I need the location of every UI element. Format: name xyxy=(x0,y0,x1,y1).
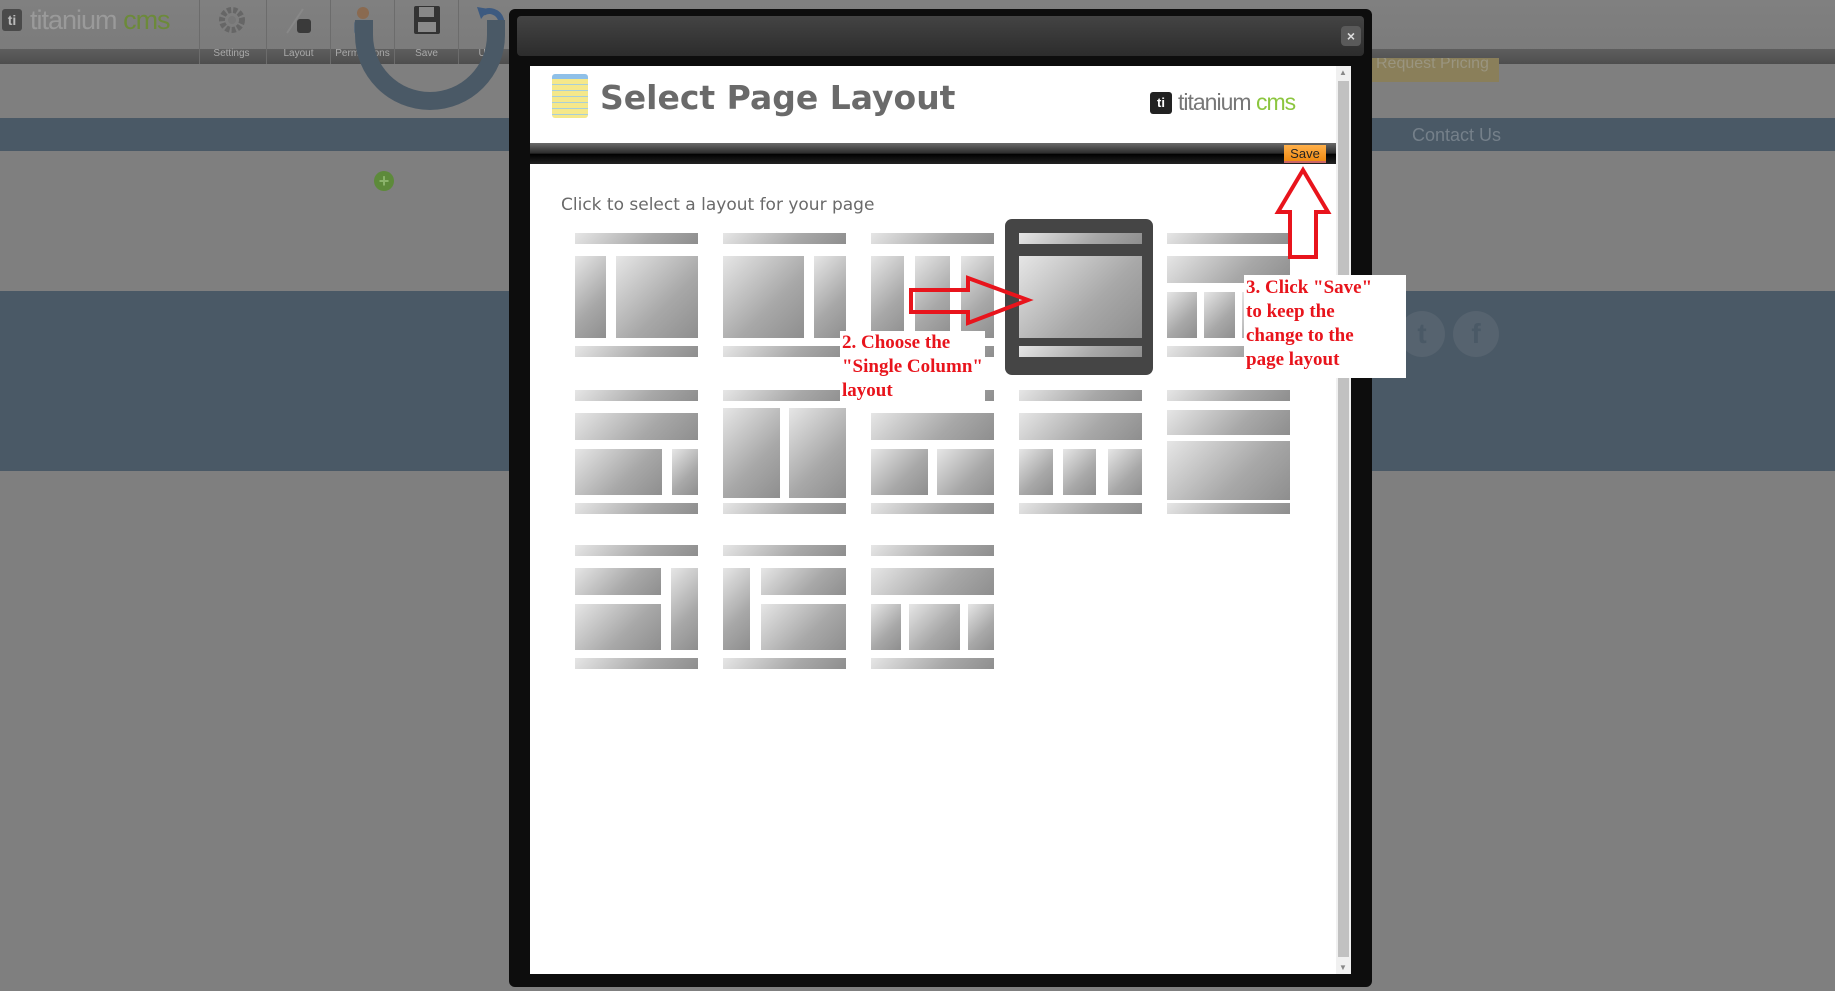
annotation-step-2: 2. Choose the "Single Column" layout xyxy=(840,331,985,403)
layout-region xyxy=(575,233,698,245)
modal-title: Select Page Layout xyxy=(600,78,956,117)
layout-region xyxy=(1019,345,1142,357)
layout-region xyxy=(1019,390,1142,402)
site-logo-swoosh xyxy=(355,20,505,110)
layout-region xyxy=(575,603,662,650)
layout-region xyxy=(1167,291,1197,338)
layout-region xyxy=(761,603,846,650)
annotation-step-3: 3. Click "Save" to keep the change to th… xyxy=(1244,275,1406,378)
layout-option[interactable] xyxy=(723,545,846,670)
layout-region xyxy=(1019,233,1142,245)
request-pricing-button[interactable]: Request Pricing xyxy=(1372,58,1499,82)
toolbar-settings-button[interactable]: Settings xyxy=(199,0,263,64)
layout-region xyxy=(871,233,994,245)
layout-region xyxy=(723,657,846,669)
layout-region xyxy=(1019,412,1142,440)
cms-logo: ti titanium cms xyxy=(2,5,171,35)
layout-region xyxy=(723,390,846,402)
layout-region xyxy=(1063,448,1097,495)
layout-region xyxy=(723,233,846,245)
layout-region xyxy=(575,412,698,440)
layout-region xyxy=(1107,448,1142,495)
layout-region xyxy=(871,603,901,650)
layout-region xyxy=(789,407,846,498)
layout-region xyxy=(672,448,698,495)
layout-option[interactable] xyxy=(1167,390,1290,515)
layout-region xyxy=(871,448,928,495)
layout-region xyxy=(575,448,663,495)
modal-header-bar xyxy=(517,16,1364,56)
layout-region xyxy=(670,567,698,650)
layout-option[interactable] xyxy=(871,390,994,515)
modal-action-bar xyxy=(530,143,1336,164)
close-icon[interactable]: × xyxy=(1341,26,1361,46)
layout-region xyxy=(915,255,950,338)
layout-region xyxy=(575,657,698,669)
layout-option[interactable] xyxy=(1019,390,1142,515)
layout-region xyxy=(723,255,805,338)
layout-region xyxy=(723,502,846,514)
layout-region xyxy=(575,345,698,357)
layout-region xyxy=(871,412,994,440)
layout-region xyxy=(575,255,606,338)
layout-option[interactable] xyxy=(575,545,698,670)
add-content-plus-icon[interactable]: + xyxy=(374,171,394,191)
layout-option-selected[interactable] xyxy=(1019,233,1142,358)
layout-option[interactable] xyxy=(575,390,698,515)
layout-region xyxy=(723,545,846,557)
layout-region xyxy=(871,502,994,514)
gear-icon xyxy=(219,7,245,33)
layout-region xyxy=(937,448,994,495)
layout-region xyxy=(575,567,662,595)
layout-region xyxy=(1019,255,1142,338)
layout-region xyxy=(960,255,994,338)
scrollbar-thumb[interactable] xyxy=(1338,81,1349,957)
layout-region xyxy=(871,255,905,338)
instruction-text: Click to select a layout for your page xyxy=(561,195,875,215)
layout-region xyxy=(723,345,846,357)
layout-region xyxy=(761,567,846,595)
layout-region xyxy=(871,657,994,669)
facebook-icon[interactable]: f xyxy=(1453,311,1499,357)
layout-option[interactable] xyxy=(723,390,846,515)
layout-region xyxy=(575,390,698,402)
layout-region xyxy=(1167,233,1290,245)
layout-region xyxy=(1019,448,1054,495)
layout-region xyxy=(723,567,751,650)
save-button[interactable]: Save xyxy=(1284,145,1326,163)
scroll-up-icon[interactable]: ▲ xyxy=(1339,68,1347,77)
modal-logo: ti titanium cms xyxy=(1150,89,1296,116)
modal-scrollbar[interactable]: ▲ ▼ xyxy=(1336,66,1351,974)
scroll-down-icon[interactable]: ▼ xyxy=(1339,963,1347,972)
layout-region xyxy=(575,502,698,514)
layout-region xyxy=(871,545,994,557)
layout-region xyxy=(909,603,960,650)
layout-region xyxy=(1167,390,1290,402)
layout-option[interactable] xyxy=(723,233,846,358)
layout-region xyxy=(615,255,698,338)
layout-region xyxy=(575,545,698,557)
toolbar-layout-button[interactable]: Layout xyxy=(266,0,330,64)
layout-region xyxy=(1203,291,1235,338)
layout-region xyxy=(871,567,994,595)
nav-contact-us[interactable]: Contact Us xyxy=(1412,125,1501,146)
layout-region xyxy=(968,603,994,650)
notepad-icon xyxy=(552,74,588,118)
layout-region xyxy=(1167,441,1290,500)
layout-option[interactable] xyxy=(871,545,994,670)
layout-option[interactable] xyxy=(575,233,698,358)
layout-region xyxy=(1167,502,1290,514)
layout-region xyxy=(723,407,780,498)
pen-ink-icon xyxy=(286,8,311,34)
layout-region xyxy=(1167,410,1290,435)
layout-region xyxy=(814,255,846,338)
layout-region xyxy=(1019,502,1142,514)
